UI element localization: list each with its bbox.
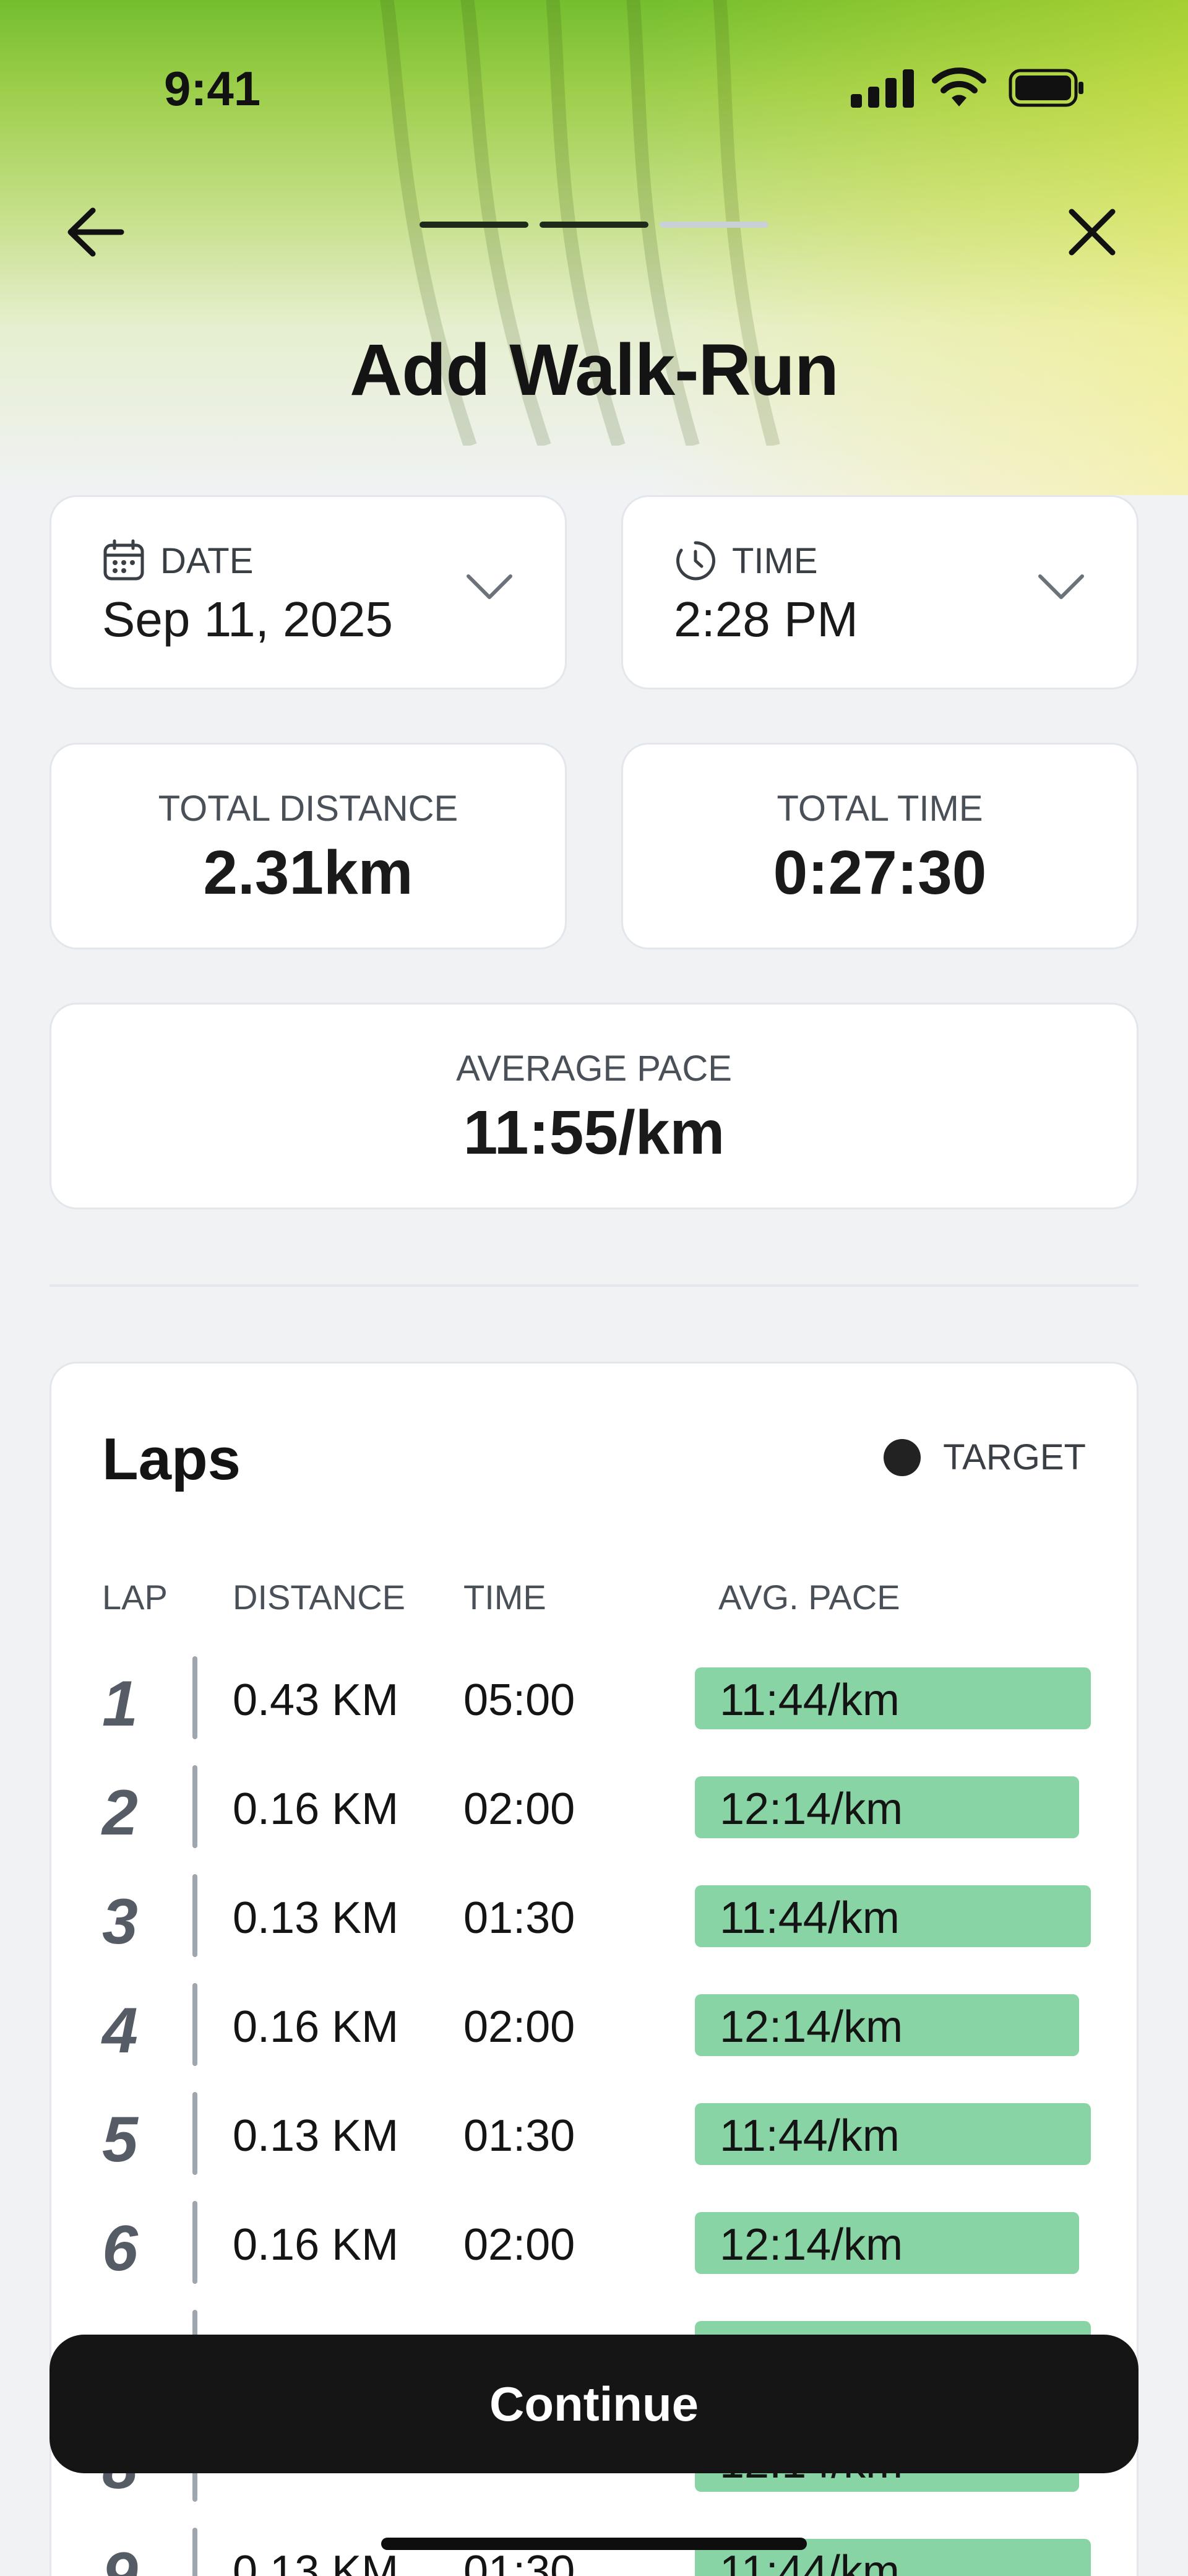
lap-time: 02:00 [463,2220,575,2270]
progress-step-2 [540,222,648,228]
lap-number: 6 [102,2213,138,2284]
total-distance-value: 2.31km [203,838,413,907]
lap-row[interactable]: 9 0.13 KM 01:30 11:44/km [51,2528,1140,2576]
average-pace-card: AVERAGE PACE 11:55/km [50,1003,1138,1209]
lap-divider [192,2201,197,2284]
lap-number: 3 [102,1886,138,1958]
lap-number: 5 [102,2104,138,2176]
progress-step-1 [420,222,528,228]
lap-row[interactable]: 6 0.16 KM 02:00 12:14/km [51,2201,1140,2310]
lap-pace: 11:44/km [720,2111,900,2161]
average-pace-value: 11:55/km [463,1098,725,1167]
column-header-time: TIME [463,1578,546,1617]
calendar-icon [103,539,144,581]
date-value: Sep 11, 2025 [102,592,394,647]
total-distance-label: TOTAL DISTANCE [158,789,458,829]
lap-row[interactable]: 4 0.16 KM 02:00 12:14/km [51,1983,1140,2092]
lap-row[interactable]: 2 0.16 KM 02:00 12:14/km [51,1765,1140,1874]
lap-pace-bar: 12:14/km [695,2212,1079,2274]
chevron-down-icon [1038,574,1084,599]
close-button[interactable] [1058,198,1126,266]
lap-distance: 0.13 KM [233,2111,399,2161]
target-dot-icon [884,1438,921,1476]
lap-divider [192,1765,197,1848]
target-legend: TARGET [884,1437,1086,1478]
lap-time: 01:30 [463,1893,575,1943]
time-value: 2:28 PM [674,592,858,647]
time-label: TIME [732,540,818,581]
lap-number: 9 [102,2539,138,2576]
date-picker[interactable]: DATE Sep 11, 2025 [50,495,567,689]
lap-divider [192,2528,197,2576]
total-time-value: 0:27:30 [773,838,987,907]
lap-row[interactable]: 1 0.43 KM 05:00 11:44/km [51,1656,1140,1765]
lap-time: 01:30 [463,2547,575,2576]
lap-pace: 12:14/km [720,1784,903,1834]
wifi-icon [932,67,986,106]
lap-pace-bar: 11:44/km [695,1885,1091,1947]
back-button[interactable] [62,198,130,266]
lap-distance: 0.43 KM [233,1675,399,1725]
clock-icon [676,541,715,581]
page-title: Add Walk-Run [350,329,839,411]
column-header-distance: DISTANCE [233,1578,405,1617]
lap-row[interactable]: 5 0.13 KM 01:30 11:44/km [51,2092,1140,2201]
lap-pace: 11:44/km [720,1675,900,1725]
lap-pace-bar: 11:44/km [695,1667,1091,1729]
average-pace-label: AVERAGE PACE [456,1048,732,1089]
lap-pace: 12:14/km [720,2220,903,2270]
lap-pace-bar: 11:44/km [695,2103,1091,2165]
home-indicator [381,2538,807,2550]
lap-time: 05:00 [463,1675,575,1725]
lap-divider [192,1983,197,2066]
lap-pace: 12:14/km [720,2002,903,2052]
step-progress [420,222,768,228]
lap-time: 02:00 [463,1784,575,1834]
total-time-label: TOTAL TIME [777,789,983,829]
target-legend-label: TARGET [943,1437,1086,1477]
time-label-row: TIME [674,539,818,582]
total-distance-card[interactable]: TOTAL DISTANCE 2.31km [50,743,567,949]
lap-pace: 11:44/km [720,2547,900,2576]
lap-number: 2 [102,1777,138,1849]
laps-title: Laps [102,1426,241,1492]
progress-step-3 [660,222,768,228]
section-divider [50,1284,1138,1287]
lap-pace-bar: 12:14/km [695,1994,1079,2056]
signal-icon [851,69,914,108]
total-time-card[interactable]: TOTAL TIME 0:27:30 [621,743,1138,949]
lap-pace-bar: 12:14/km [695,1776,1079,1838]
battery-icon [1009,69,1083,107]
lap-time: 02:00 [463,2002,575,2052]
chevron-down-icon [467,574,512,599]
lap-distance: 0.13 KM [233,1893,399,1943]
lap-divider [192,1874,197,1957]
arrow-left-icon [67,207,124,257]
close-icon [1069,209,1116,256]
lap-time: 01:30 [463,2111,575,2161]
time-picker[interactable]: TIME 2:28 PM [621,495,1138,689]
date-label-row: DATE [102,539,253,582]
status-time: 9:41 [164,61,261,116]
lap-distance: 0.16 KM [233,2002,399,2052]
status-icons [851,67,1086,110]
lap-distance: 0.16 KM [233,2220,399,2270]
column-header-avg-pace: AVG. PACE [718,1578,900,1617]
column-header-lap: LAP [102,1578,168,1617]
lap-row[interactable]: 3 0.13 KM 01:30 11:44/km [51,1874,1140,1983]
lap-divider [192,2092,197,2175]
lap-distance: 0.16 KM [233,1784,399,1834]
date-label: DATE [160,540,254,581]
lap-number: 4 [102,1995,138,2067]
lap-number: 1 [102,1668,138,1740]
continue-button[interactable]: Continue [50,2335,1138,2473]
lap-divider [192,1656,197,1739]
lap-distance: 0.13 KM [233,2547,399,2576]
lap-pace: 11:44/km [720,1893,900,1943]
